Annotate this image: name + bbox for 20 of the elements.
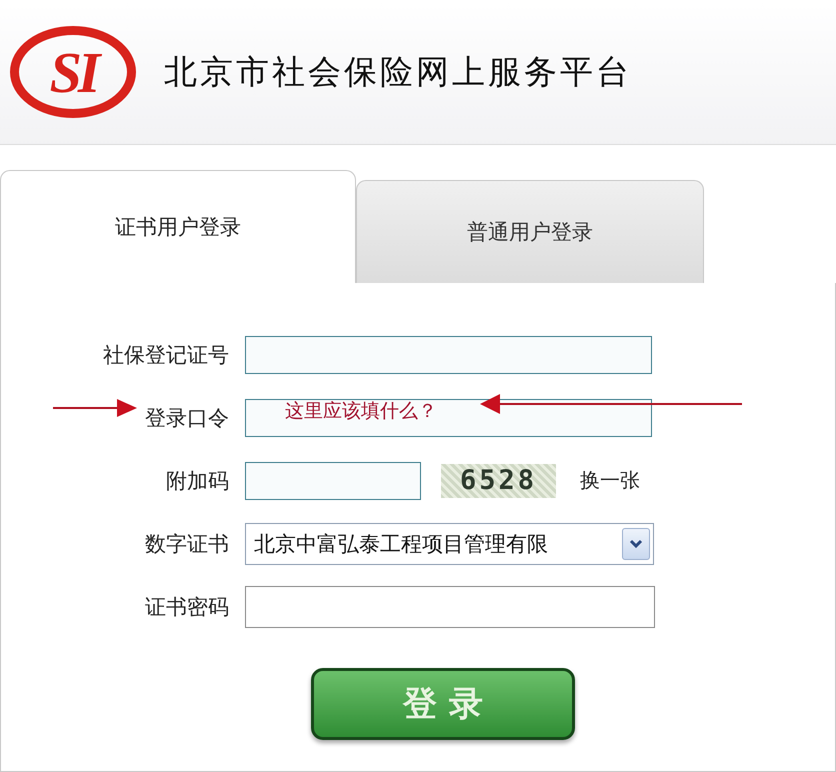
input-field[interactable]	[245, 398, 652, 436]
logo: SI	[10, 26, 136, 118]
arrow-left-icon	[480, 393, 742, 415]
input-field[interactable]	[245, 586, 655, 628]
site-title: 北京市社会保险网上服务平台	[164, 50, 632, 92]
login-tab[interactable]: 普通用户登录	[356, 180, 704, 283]
annotation-text: 这里应该填什么？	[285, 399, 437, 424]
field-label: 社保登记证号	[103, 342, 229, 368]
refresh-link[interactable]: 换一张	[580, 467, 640, 494]
chevron-down-icon[interactable]	[622, 528, 650, 560]
field-label: 登录口令	[145, 404, 229, 432]
field-label: 证书密码	[145, 594, 229, 620]
arrow-right-icon	[53, 398, 137, 418]
login-tab[interactable]: 证书用户登录	[0, 170, 356, 283]
field-label: 数字证书	[145, 530, 229, 558]
certificate-dropdown[interactable]: 北京中富弘泰工程项目管理有限	[245, 522, 654, 564]
captcha-image: 6528	[441, 464, 556, 498]
input-field[interactable]	[245, 336, 652, 374]
field-label: 附加码	[166, 468, 229, 494]
input-field[interactable]	[245, 462, 421, 500]
